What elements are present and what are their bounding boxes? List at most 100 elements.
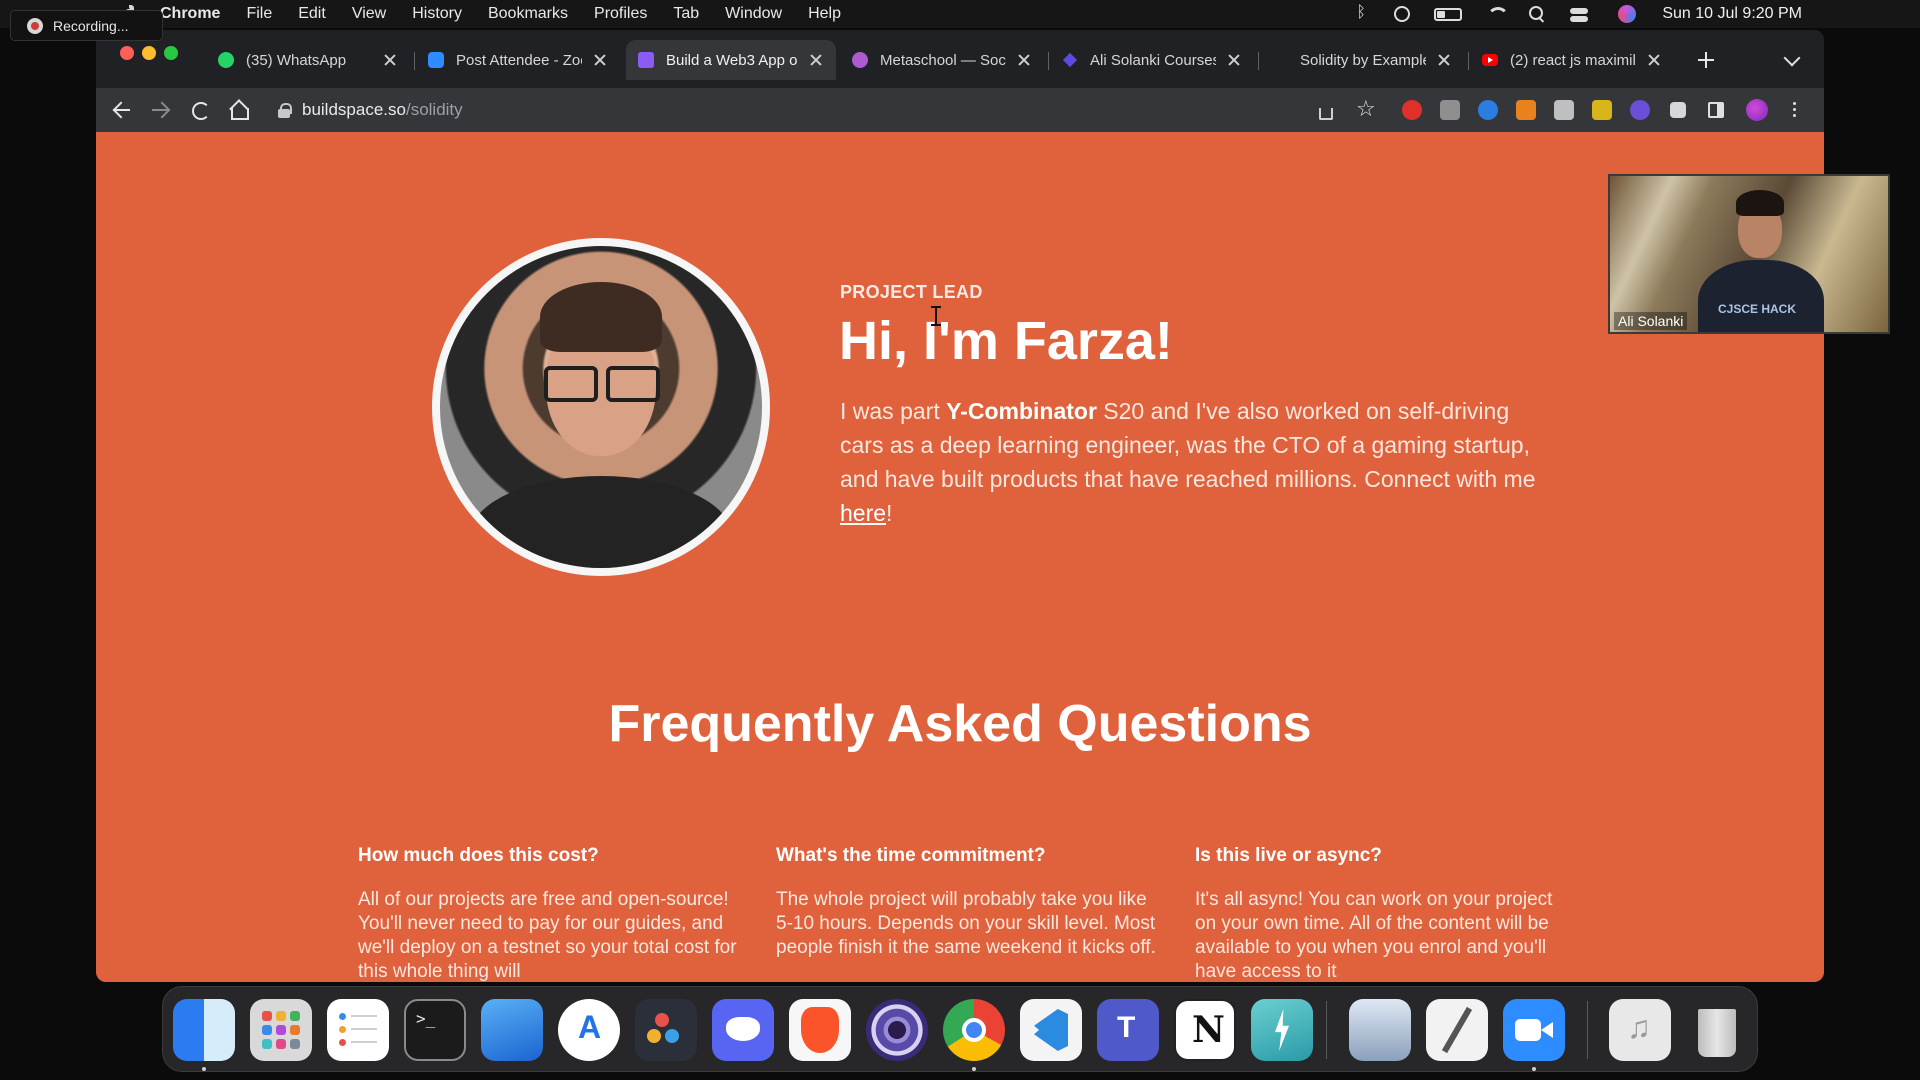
home-icon[interactable] <box>226 98 250 122</box>
metamask-icon[interactable] <box>1516 100 1536 120</box>
trash-icon[interactable] <box>1686 999 1748 1061</box>
extensions-puzzle-icon[interactable] <box>1670 102 1686 118</box>
more-menu-icon[interactable] <box>1784 100 1804 120</box>
discord-icon[interactable] <box>712 999 774 1061</box>
bio-text: I was part <box>840 398 947 424</box>
reload-icon[interactable] <box>188 98 212 122</box>
extension-gold-icon[interactable] <box>1592 100 1612 120</box>
extension-blue-icon[interactable] <box>1478 100 1498 120</box>
farza-portrait <box>432 238 770 576</box>
tab-ali-solanki-courses[interactable]: Ali Solanki Courses <box>1050 42 1254 78</box>
solidity-icon <box>1272 52 1288 68</box>
tab-solidity-by-example[interactable]: Solidity by Example <box>1260 42 1464 78</box>
notion-icon[interactable] <box>1174 999 1236 1061</box>
chrome-icon[interactable] <box>943 999 1005 1061</box>
close-window-button[interactable] <box>120 46 134 60</box>
close-tab-icon[interactable] <box>1016 52 1032 68</box>
menubar: Chrome File Edit View History Bookmarks … <box>0 0 1920 28</box>
tab-separator <box>1258 52 1259 70</box>
dock-separator <box>1326 1001 1327 1059</box>
launchpad-icon[interactable] <box>250 999 312 1061</box>
finder-icon[interactable] <box>173 999 235 1061</box>
music-icon[interactable] <box>1609 999 1671 1061</box>
dock-separator <box>1587 1001 1588 1059</box>
address-bar[interactable]: buildspace.so/solidity <box>266 93 1466 127</box>
tab-search-chevron-icon[interactable] <box>1783 49 1801 67</box>
recording-label: Recording... <box>53 17 129 34</box>
control-center-icon[interactable] <box>1570 6 1594 22</box>
tab-title: Solidity by Example <box>1300 51 1426 69</box>
bio-highlight: Y-Combinator <box>946 398 1097 424</box>
terminal-icon[interactable] <box>404 999 466 1061</box>
siri-icon[interactable] <box>1618 5 1637 23</box>
tab-separator <box>1048 52 1049 70</box>
metaschool-icon <box>852 52 868 68</box>
connect-link[interactable]: here <box>840 500 886 526</box>
tab-buildspace-active[interactable]: Build a Web3 App on <box>626 40 836 80</box>
reeder-icon[interactable] <box>1251 999 1313 1061</box>
xcode-icon[interactable] <box>481 999 543 1061</box>
bluetooth-icon[interactable] <box>1352 4 1370 22</box>
menu-help[interactable]: Help <box>808 5 841 23</box>
ali-solanki-icon <box>1062 52 1078 68</box>
wifi-icon[interactable] <box>1486 6 1510 22</box>
menu-file[interactable]: File <box>246 5 272 23</box>
lock-icon[interactable] <box>278 103 292 118</box>
menu-app-name[interactable]: Chrome <box>160 5 220 23</box>
close-tab-icon[interactable] <box>382 52 398 68</box>
arc-icon[interactable] <box>866 999 928 1061</box>
tab-whatsapp[interactable]: (35) WhatsApp <box>206 42 410 78</box>
close-tab-icon[interactable] <box>1646 52 1662 68</box>
extension-silver-icon[interactable] <box>1554 100 1574 120</box>
menu-profiles[interactable]: Profiles <box>594 5 647 23</box>
menu-history[interactable]: History <box>412 5 462 23</box>
app-store-icon[interactable] <box>558 999 620 1061</box>
participant-shirt-text: CJSCE HACK <box>1718 302 1797 316</box>
menu-bookmarks[interactable]: Bookmarks <box>488 5 568 23</box>
minimize-window-button[interactable] <box>142 46 156 60</box>
tab-zoom[interactable]: Post Attendee - Zoom <box>416 42 620 78</box>
close-tab-icon[interactable] <box>808 52 824 68</box>
tab-youtube[interactable]: (2) react js maximilian <box>1470 42 1674 78</box>
tab-metaschool[interactable]: Metaschool — Social <box>840 42 1044 78</box>
new-tab-icon[interactable] <box>1694 48 1718 72</box>
brave-icon[interactable] <box>789 999 851 1061</box>
share-icon[interactable] <box>1319 108 1333 120</box>
video-participant-tile[interactable]: CJSCE HACK Ali Solanki <box>1608 174 1890 334</box>
menu-window[interactable]: Window <box>725 5 782 23</box>
tab-strip: (35) WhatsApp Post Attendee - Zoom Build… <box>96 30 1824 88</box>
record-icon <box>27 17 43 34</box>
reminders-icon[interactable] <box>327 999 389 1061</box>
profile-avatar[interactable] <box>1746 99 1768 121</box>
vscode-icon[interactable] <box>1020 999 1082 1061</box>
close-tab-icon[interactable] <box>1436 52 1452 68</box>
faq-heading: Frequently Asked Questions <box>608 695 1312 753</box>
script-editor-icon[interactable] <box>1426 999 1488 1061</box>
faq-item: What's the time commitment? The whole pr… <box>776 845 1156 960</box>
spotlight-search-icon[interactable] <box>1528 6 1546 22</box>
page-content: PROJECT LEAD Hi, I'm Farza! I was part Y… <box>96 132 1824 982</box>
back-icon[interactable] <box>110 98 134 122</box>
extension-purple-icon[interactable] <box>1630 100 1650 120</box>
extension-red-icon[interactable] <box>1402 100 1422 120</box>
close-tab-icon[interactable] <box>592 52 608 68</box>
hero-title: Hi, I'm Farza! <box>839 311 1173 371</box>
bookmark-star-icon[interactable] <box>1356 96 1376 122</box>
zoom-window-button[interactable] <box>164 46 178 60</box>
zoom-app-icon[interactable] <box>1503 999 1565 1061</box>
teams-icon[interactable] <box>1097 999 1159 1061</box>
recording-indicator[interactable]: Recording... <box>10 10 163 41</box>
forward-icon[interactable] <box>148 98 172 122</box>
close-tab-icon[interactable] <box>1226 52 1242 68</box>
menu-tab[interactable]: Tab <box>673 5 699 23</box>
participant-hair <box>1736 190 1784 216</box>
side-panel-icon[interactable] <box>1708 102 1724 118</box>
menu-edit[interactable]: Edit <box>298 5 326 23</box>
menubar-clock[interactable]: Sun 10 Jul 9:20 PM <box>1662 5 1802 23</box>
menu-view[interactable]: View <box>352 5 386 23</box>
battery-icon[interactable] <box>1434 7 1463 21</box>
davinci-resolve-icon[interactable] <box>635 999 697 1061</box>
user-switch-icon[interactable] <box>1394 6 1411 22</box>
extension-gray-icon[interactable] <box>1440 100 1460 120</box>
preview-icon[interactable] <box>1349 999 1411 1061</box>
